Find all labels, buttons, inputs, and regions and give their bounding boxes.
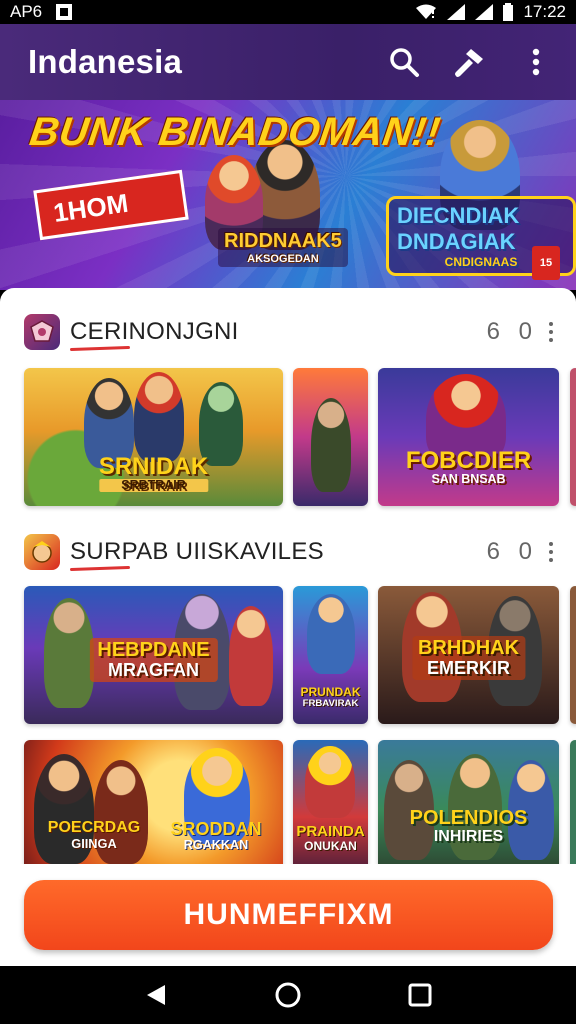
banner-logo-left-title: RIDDNAAK5	[224, 230, 342, 252]
card-title: HEBPDANE	[97, 639, 210, 661]
game-card[interactable]: PRAINDA ONUKAN	[293, 740, 368, 880]
section-title: SURPAB UIISKAVILES	[70, 538, 324, 565]
app-bar: Indanesia	[0, 24, 576, 100]
home-icon	[275, 982, 301, 1008]
back-icon	[147, 985, 165, 1005]
carrier-label: AP6	[10, 2, 43, 21]
content-sheet: CERINONJGNI 6 0 SRNIDAK SRBTRAIR FOBCDIE…	[0, 288, 576, 966]
card-subtitle: RGAKKAN	[183, 837, 249, 852]
banner-ribbon-label: 1HOM	[51, 187, 130, 228]
wifi-icon	[415, 4, 437, 20]
game-card[interactable]: BRHDHAK EMERKIR	[378, 586, 559, 724]
system-nav-bar	[0, 966, 576, 1024]
card-subtitle: ONUKAN	[304, 838, 357, 853]
notification-icon	[56, 4, 73, 20]
section-header-2: SURPAB UIISKAVILES 6 0	[24, 532, 558, 572]
banner-logo-left-sub: AKSOGEDAN	[247, 253, 319, 265]
home-button[interactable]	[268, 975, 308, 1015]
more-options-button[interactable]	[518, 44, 554, 80]
featured-banner[interactable]: BUNK BINADOMAN!! 1HOM RIDDNAAK5 AKSOGEDA…	[0, 100, 576, 290]
banner-logo-right-title: DIECNDIAK DNDAGIAK	[397, 203, 520, 254]
card-subtitle: SAN BNSAB	[431, 472, 506, 487]
section-header-1: CERINONJGNI 6 0	[24, 312, 558, 352]
app-title: Indanesia	[28, 43, 183, 80]
hammer-icon	[455, 49, 483, 77]
recents-icon	[408, 983, 432, 1007]
game-card[interactable]: HEBPDANE MRAGFAN	[24, 586, 283, 724]
card-subtitle: FRBAVIRAK	[302, 697, 359, 709]
game-card-peek[interactable]	[570, 740, 576, 880]
card-subtitle: GIINGA	[71, 835, 117, 851]
signal-icon	[447, 4, 466, 20]
game-card-peek[interactable]	[570, 586, 576, 724]
section-more-icon[interactable]	[544, 322, 558, 342]
card-title: PRUNDAK	[300, 685, 361, 699]
game-card[interactable]: SRNIDAK SRBTRAIR	[24, 368, 283, 506]
section-title: CERINONJGNI	[70, 318, 239, 345]
card-title: BRHDHAK	[417, 637, 520, 659]
game-card[interactable]: POECRDAG GIINGA SRODDAN RGAKKAN	[24, 740, 283, 880]
card-subtitle: MRAGFAN	[108, 660, 199, 680]
section-emblem-icon	[24, 314, 60, 350]
card-title: FOBCDIER	[405, 447, 532, 474]
primary-cta-button[interactable]: HUNMEFFIXM	[24, 880, 553, 950]
section-count: 6 0	[486, 318, 538, 345]
more-vert-icon	[532, 48, 540, 76]
recents-button[interactable]	[400, 975, 440, 1015]
section-count: 6 0	[486, 538, 538, 565]
clock: 17:22	[523, 2, 566, 21]
game-card[interactable]: FOBCDIER SAN BNSAB	[378, 368, 559, 506]
hammer-button[interactable]	[452, 44, 488, 80]
back-button[interactable]	[136, 975, 176, 1015]
card-title: SRODDAN	[170, 819, 262, 839]
card-title: SRNIDAK	[98, 453, 209, 480]
card-subtitle: EMERKIR	[426, 658, 511, 678]
card-title: PRAINDA	[296, 823, 365, 840]
game-card[interactable]	[293, 368, 368, 506]
battery-icon	[503, 3, 514, 21]
game-card-peek[interactable]	[570, 368, 576, 506]
section-emblem-icon	[24, 534, 60, 570]
card-title: POECRDAG	[47, 819, 141, 836]
age-rating-badge: 15	[532, 246, 560, 280]
card-title: POLENDIOS	[409, 807, 528, 829]
game-card[interactable]: PRUNDAK FRBAVIRAK	[293, 586, 368, 724]
section-more-icon[interactable]	[544, 542, 558, 562]
search-button[interactable]	[386, 44, 422, 80]
status-bar: AP6 17:22	[0, 0, 576, 24]
banner-logo-left: RIDDNAAK5 AKSOGEDAN	[218, 228, 348, 267]
search-icon	[390, 48, 419, 77]
banner-headline: BUNK BINADOMAN!!	[26, 110, 444, 154]
signal-icon-2	[475, 4, 494, 20]
game-card[interactable]: POLENDIOS INHIRIES	[378, 740, 559, 880]
card-subtitle: SRBTRAIR	[98, 479, 209, 493]
card-subtitle: INHIRIES	[433, 828, 504, 845]
